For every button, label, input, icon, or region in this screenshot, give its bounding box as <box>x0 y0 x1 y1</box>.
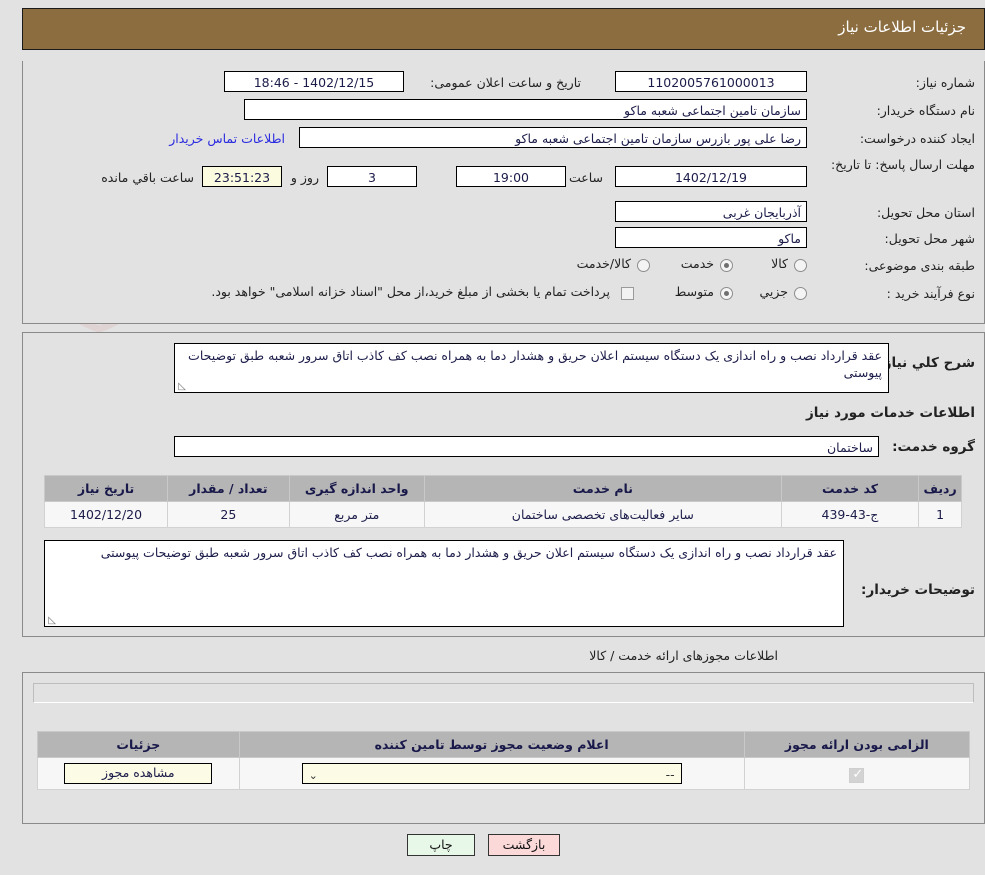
deadline-label: مهلت ارسال پاسخ: تا تاریخ: <box>815 157 975 173</box>
remaining-days-value: 3 <box>327 166 417 187</box>
deadline-hour-label: ساعت <box>569 170 603 185</box>
need-info-panel: شماره نیاز: 1102005761000013 تاریخ و ساع… <box>22 61 985 324</box>
page-root: AriaTender.net جزئیات اطلاعات نیاز شماره… <box>0 0 985 875</box>
resize-grip-icon[interactable]: ◺ <box>47 616 56 625</box>
page-title: جزئیات اطلاعات نیاز <box>838 18 966 36</box>
radio-category-service[interactable] <box>720 259 733 272</box>
announce-datetime-value: 1402/12/15 - 18:46 <box>224 71 404 92</box>
cell-permit-required <box>744 758 969 790</box>
need-number-label: شماره نیاز: <box>916 75 975 90</box>
treasury-bond-label: پرداخت تمام یا بخشی از مبلغ خرید،از محل … <box>211 284 610 299</box>
permits-inner-bar <box>33 683 974 703</box>
chevron-down-icon: ⌄ <box>309 767 318 784</box>
requester-label: ایجاد کننده درخواست: <box>860 131 975 146</box>
requester-value: رضا علی پور بازرس سازمان تامین اجتماعی ش… <box>299 127 807 148</box>
permits-panel: الزامی بودن ارائه مجوز اعلام وضعیت مجوز … <box>22 672 985 824</box>
radio-category-goods[interactable] <box>794 259 807 272</box>
table-row: 1 ج-43-439 سایر فعالیت‌های تخصصی ساختمان… <box>45 502 962 528</box>
radio-category-service-label: خدمت <box>681 256 714 271</box>
radio-process-minor[interactable] <box>794 287 807 300</box>
service-group-value: ساختمان <box>174 436 879 457</box>
col-permit-details: جزئیات <box>38 732 240 758</box>
remaining-time-label: ساعت باقي مانده <box>101 170 194 185</box>
announce-datetime-label: تاریخ و ساعت اعلان عمومی: <box>430 75 581 90</box>
back-button[interactable]: بازگشت <box>488 834 560 856</box>
cell-need-date: 1402/12/20 <box>45 502 168 528</box>
view-permit-button[interactable]: مشاهده مجوز <box>64 763 212 784</box>
permit-status-select[interactable]: -- ⌄ <box>302 763 682 784</box>
col-need-date: تاریخ نیاز <box>45 476 168 502</box>
cell-code: ج-43-439 <box>781 502 918 528</box>
page-title-bar: جزئیات اطلاعات نیاز <box>22 8 985 50</box>
permit-required-checkbox <box>849 768 864 783</box>
radio-category-goods-label: کالا <box>771 256 788 271</box>
need-number-value: 1102005761000013 <box>615 71 807 92</box>
treasury-bond-checkbox[interactable] <box>621 287 634 300</box>
col-name: نام خدمت <box>424 476 781 502</box>
cell-unit: متر مربع <box>289 502 424 528</box>
col-quantity: تعداد / مقدار <box>168 476 289 502</box>
remaining-days-label: روز و <box>291 170 319 185</box>
process-label: نوع فرآیند خرید : <box>887 286 975 301</box>
services-table-header-row: ردیف کد خدمت نام خدمت واحد اندازه گیری ت… <box>45 476 962 502</box>
cell-name: سایر فعالیت‌های تخصصی ساختمان <box>424 502 781 528</box>
buyer-contact-link[interactable]: اطلاعات تماس خریدار <box>169 131 285 146</box>
province-label: استان محل تحویل: <box>877 205 975 220</box>
deadline-date-value: 1402/12/19 <box>615 166 807 187</box>
resize-grip-icon[interactable]: ◺ <box>177 382 186 391</box>
radio-process-medium[interactable] <box>720 287 733 300</box>
province-value: آذربایجان غربی <box>615 201 807 222</box>
radio-process-medium-label: متوسط <box>675 284 714 299</box>
services-table: ردیف کد خدمت نام خدمت واحد اندازه گیری ت… <box>44 475 962 528</box>
remaining-time-value: 23:51:23 <box>202 166 282 187</box>
col-unit: واحد اندازه گیری <box>289 476 424 502</box>
radio-category-goods-service-label: کالا/خدمت <box>577 256 631 271</box>
deadline-hour-value: 19:00 <box>456 166 566 187</box>
cell-row: 1 <box>919 502 962 528</box>
need-detail-panel: شرح کلي نیاز: عقد قرارداد نصب و راه اندا… <box>22 332 985 637</box>
cell-quantity: 25 <box>168 502 289 528</box>
buyer-notes-textarea[interactable]: عقد قرارداد نصب و راه اندازی یک دستگاه س… <box>44 540 844 627</box>
col-permit-status: اعلام وضعیت مجوز توسط تامین کننده <box>239 732 744 758</box>
col-permit-required: الزامی بودن ارائه مجوز <box>744 732 969 758</box>
summary-label: شرح کلي نیاز: <box>878 355 975 371</box>
table-row: -- ⌄ مشاهده مجوز <box>38 758 970 790</box>
buyer-org-value: سازمان تامین اجتماعی شعبه ماکو <box>244 99 807 120</box>
city-value: ماکو <box>615 227 807 248</box>
summary-textarea[interactable]: عقد قرارداد نصب و راه اندازی یک دستگاه س… <box>174 343 889 393</box>
buyer-notes-text: عقد قرارداد نصب و راه اندازی یک دستگاه س… <box>101 545 837 560</box>
radio-category-goods-service[interactable] <box>637 259 650 272</box>
cell-permit-details: مشاهده مجوز <box>38 758 240 790</box>
radio-process-minor-label: جزيي <box>759 284 788 299</box>
category-label: طبقه بندی موضوعی: <box>864 258 975 273</box>
permits-table-header-row: الزامی بودن ارائه مجوز اعلام وضعیت مجوز … <box>38 732 970 758</box>
service-group-label: گروه خدمت: <box>892 439 975 455</box>
summary-text: عقد قرارداد نصب و راه اندازی یک دستگاه س… <box>188 348 882 380</box>
buyer-org-label: نام دستگاه خریدار: <box>877 103 975 118</box>
print-button[interactable]: چاپ <box>407 834 475 856</box>
permit-status-value: -- <box>666 767 675 782</box>
buyer-notes-label: توضیحات خریدار: <box>861 582 975 598</box>
col-code: کد خدمت <box>781 476 918 502</box>
col-row: ردیف <box>919 476 962 502</box>
cell-permit-status: -- ⌄ <box>239 758 744 790</box>
permits-table: الزامی بودن ارائه مجوز اعلام وضعیت مجوز … <box>37 731 970 790</box>
services-info-title: اطلاعات خدمات مورد نیاز <box>806 405 975 421</box>
permits-section-title: اطلاعات مجوزهای ارائه خدمت / کالا <box>589 648 778 663</box>
city-label: شهر محل تحویل: <box>885 231 975 246</box>
